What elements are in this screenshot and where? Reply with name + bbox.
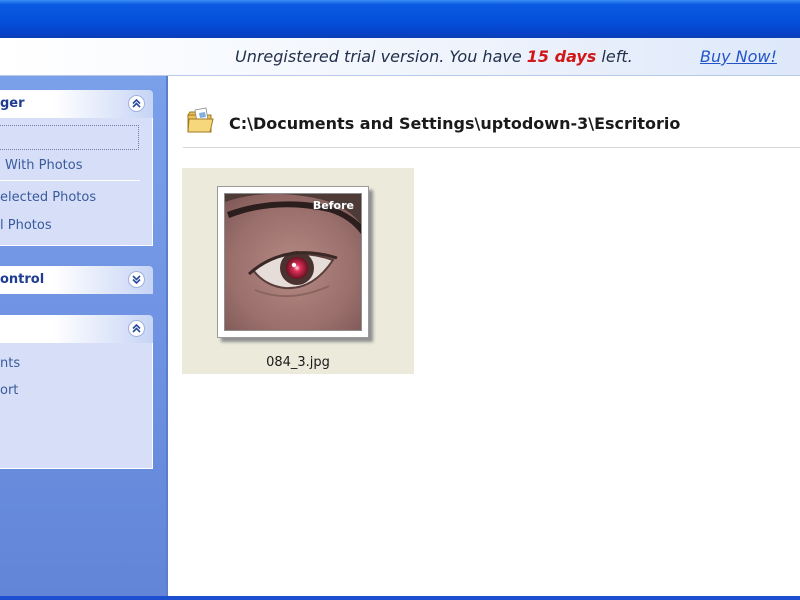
collapse-chevron-icon[interactable] xyxy=(128,320,145,337)
trial-message-end: left. xyxy=(596,47,633,66)
window-title-bar[interactable] xyxy=(0,0,800,38)
panel-item-nts[interactable]: nts xyxy=(0,356,20,371)
folder-icon xyxy=(186,106,216,140)
panel-header-manager[interactable]: ger xyxy=(0,90,153,118)
current-folder-path: C:\Documents and Settings\uptodown-3\Esc… xyxy=(229,114,681,133)
task-pane: ger With Photos elected Photos l Photos … xyxy=(0,76,166,596)
trial-message-start: Unregistered trial version. You have xyxy=(235,47,527,66)
focused-item-outline[interactable] xyxy=(0,125,139,150)
eye-photo-image: Before xyxy=(224,193,362,331)
panel-separator xyxy=(0,180,140,181)
before-label: Before xyxy=(312,199,354,212)
thumbnail-filename: 084_3.jpg xyxy=(266,355,330,370)
window-bottom-border xyxy=(0,596,800,600)
panel-title-control: ontrol xyxy=(0,272,45,287)
panel-body-third: nts ort xyxy=(0,343,153,469)
panel-item-selected-photos[interactable]: elected Photos xyxy=(0,190,96,205)
panel-body-manager: With Photos elected Photos l Photos xyxy=(0,118,153,246)
panel-header-control[interactable]: ontrol xyxy=(0,266,153,294)
path-divider xyxy=(183,147,800,148)
collapse-chevron-icon[interactable] xyxy=(128,95,145,112)
panel-item-ort[interactable]: ort xyxy=(0,383,18,398)
panel-header-third[interactable] xyxy=(0,315,153,343)
expand-chevron-icon[interactable] xyxy=(128,271,145,288)
photo-thumbnail[interactable]: Before xyxy=(217,186,369,338)
buy-now-link[interactable]: Buy Now! xyxy=(700,47,777,66)
panel-item-all-photos[interactable]: l Photos xyxy=(0,218,52,233)
trial-message: Unregistered trial version. You have 15 … xyxy=(235,47,633,66)
panel-item-with-photos[interactable]: With Photos xyxy=(5,158,83,173)
trial-banner: Unregistered trial version. You have 15 … xyxy=(0,38,800,76)
trial-days-remaining: 15 days xyxy=(526,47,597,66)
panel-title-manager: ger xyxy=(0,96,25,111)
